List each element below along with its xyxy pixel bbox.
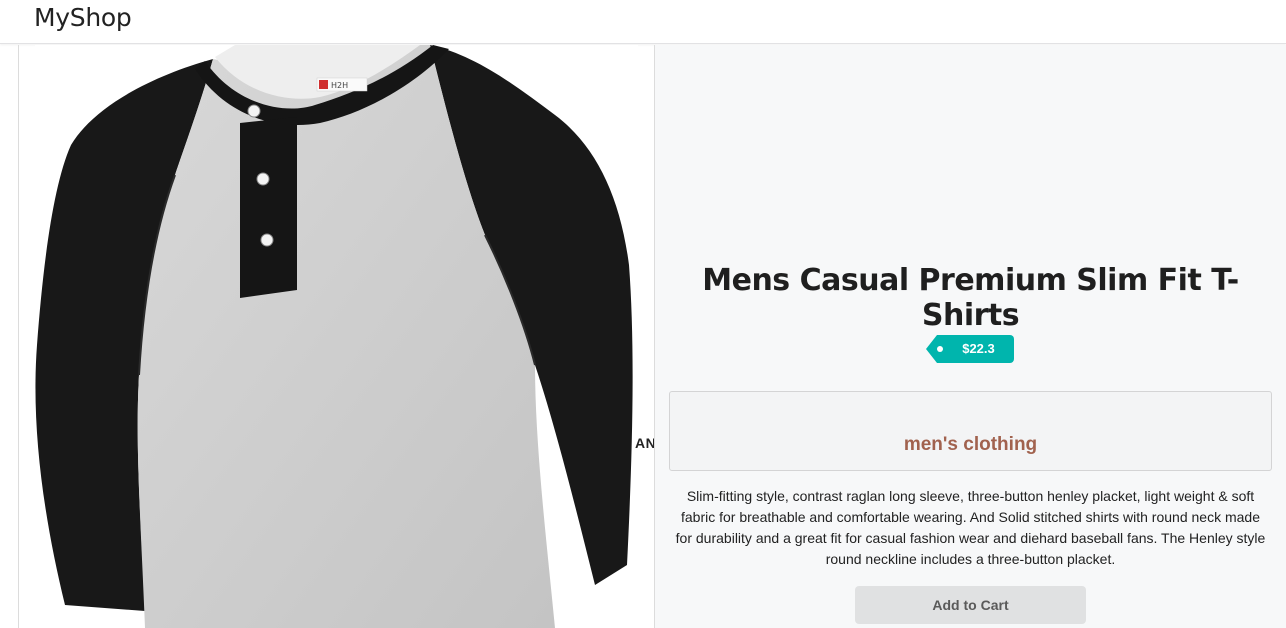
product-description: Slim-fitting style, contrast raglan long… <box>675 488 1266 567</box>
product-image: H2H <box>35 45 638 628</box>
brand-logo-link[interactable]: MyShop <box>34 3 132 32</box>
category-segment: men's clothing <box>669 391 1272 471</box>
left-border <box>18 45 19 628</box>
product-category: men's clothing <box>903 434 1038 455</box>
neck-label-text: H2H <box>331 81 348 90</box>
price-tag: $22.3 <box>926 335 1014 363</box>
product-title: Mens Casual Premium Slim Fit T-Shirts <box>702 263 1239 333</box>
henley-shirt-image: H2H <box>35 45 633 628</box>
product-details-panel: Mens Casual Premium Slim Fit T-Shirts $2… <box>655 45 1286 628</box>
top-navbar: MyShop <box>0 0 1286 44</box>
add-to-cart-button[interactable]: Add to Cart <box>855 586 1086 624</box>
